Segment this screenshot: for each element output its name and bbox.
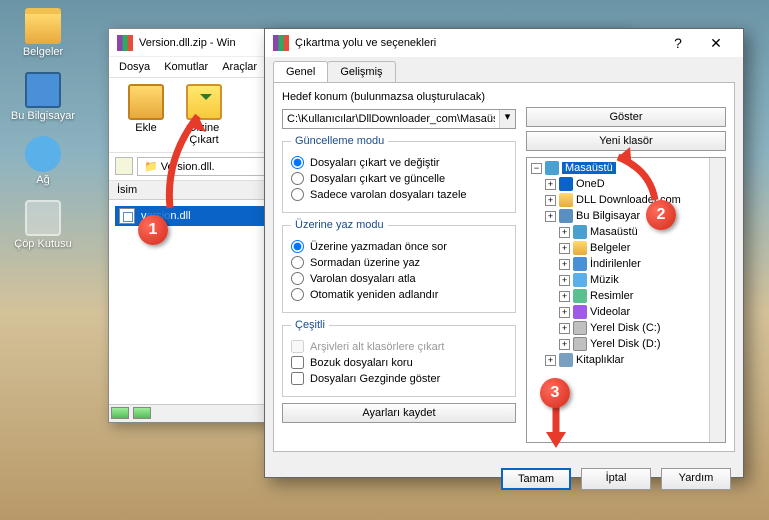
desktop-icons: Belgeler Bu Bilgisayar Ağ Çöp Kutusu — [0, 0, 90, 272]
ok-button[interactable]: Tamam — [501, 468, 571, 490]
music-icon — [573, 273, 587, 287]
up-icon[interactable] — [115, 157, 133, 175]
expand-icon[interactable]: + — [559, 259, 570, 270]
radio-skip-existing[interactable]: Varolan dosyaları atla — [291, 272, 507, 285]
destination-path-combo[interactable]: ▾ — [282, 109, 516, 129]
tree-item[interactable]: +Kitaplıklar — [527, 352, 725, 368]
tab-general[interactable]: Genel — [273, 61, 328, 82]
tree-scrollbar[interactable] — [709, 158, 725, 442]
expand-icon[interactable]: + — [545, 179, 556, 190]
radio-ask-overwrite[interactable]: Üzerine yazmadan önce sor — [291, 240, 507, 253]
misc-group: Çeşitli Arşivleri alt klasörlere çıkart … — [282, 319, 516, 397]
help-titlebar-button[interactable]: ? — [659, 31, 697, 55]
extract-dialog: Çıkartma yolu ve seçenekleri ? ✕ Genel G… — [264, 28, 744, 478]
tab-strip: Genel Gelişmiş — [265, 57, 743, 82]
tree-item[interactable]: +Yerel Disk (C:) — [527, 320, 725, 336]
menu-commands[interactable]: Komutlar — [164, 61, 208, 73]
overwrite-mode-group: Üzerine yaz modu Üzerine yazmadan önce s… — [282, 219, 516, 313]
onedrive-icon — [559, 177, 573, 191]
destination-label: Hedef konum (bulunmazsa oluşturulacak) — [282, 91, 516, 103]
desktop-icon-network[interactable]: Ağ — [8, 136, 78, 186]
expand-icon[interactable]: + — [545, 355, 556, 366]
chevron-down-icon[interactable]: ▾ — [499, 110, 515, 128]
cancel-button[interactable]: İptal — [581, 468, 651, 490]
display-button[interactable]: Göster — [526, 107, 726, 127]
desktop-icon-documents[interactable]: Belgeler — [8, 8, 78, 58]
annotation-marker-2: 2 — [646, 200, 676, 230]
libs-icon — [559, 353, 573, 367]
expand-icon[interactable]: + — [559, 339, 570, 350]
tab-advanced[interactable]: Gelişmiş — [327, 61, 395, 82]
tree-item[interactable]: +Yerel Disk (D:) — [527, 336, 725, 352]
destination-path-input[interactable] — [283, 110, 499, 128]
dll-icon — [119, 208, 135, 224]
pics-icon — [573, 289, 587, 303]
desktop-icon — [545, 161, 559, 175]
menu-file[interactable]: Dosya — [119, 61, 150, 73]
folder-icon — [559, 193, 573, 207]
expand-icon[interactable]: + — [559, 307, 570, 318]
tree-item[interactable]: +OneD — [527, 176, 725, 192]
desktop-icon-trash[interactable]: Çöp Kutusu — [8, 200, 78, 250]
annotation-marker-1: 1 — [138, 215, 168, 245]
tree-item[interactable]: +Bu Bilgisayar — [527, 208, 725, 224]
dialog-title-text: Çıkartma yolu ve seçenekleri — [295, 37, 436, 49]
collapse-icon[interactable]: − — [531, 163, 542, 174]
expand-icon[interactable]: + — [545, 195, 556, 206]
menu-tools[interactable]: Araçlar — [222, 61, 257, 73]
close-button[interactable]: ✕ — [697, 31, 735, 55]
expand-icon[interactable]: + — [559, 227, 570, 238]
disk-icon — [573, 337, 587, 351]
expand-icon[interactable]: + — [559, 291, 570, 302]
tree-item[interactable]: +Müzik — [527, 272, 725, 288]
tree-item[interactable]: +DLL Downloader.com — [527, 192, 725, 208]
radio-overwrite-noask[interactable]: Sormadan üzerine yaz — [291, 256, 507, 269]
tree-item[interactable]: +Resimler — [527, 288, 725, 304]
dialog-titlebar[interactable]: Çıkartma yolu ve seçenekleri ? ✕ — [265, 29, 743, 57]
chk-subfolders[interactable]: Arşivleri alt klasörlere çıkart — [291, 340, 507, 353]
desktop-icon-computer[interactable]: Bu Bilgisayar — [8, 72, 78, 122]
tree-item[interactable]: +Belgeler — [527, 240, 725, 256]
annotation-marker-3: 3 — [540, 378, 570, 408]
expand-icon[interactable]: + — [559, 243, 570, 254]
winrar-icon — [117, 35, 133, 51]
expand-icon[interactable]: + — [559, 275, 570, 286]
save-settings-button[interactable]: Ayarları kaydet — [282, 403, 516, 423]
pc-icon — [559, 209, 573, 223]
disk-icon — [573, 321, 587, 335]
tree-item[interactable]: +Masaüstü — [527, 224, 725, 240]
tree-item[interactable]: +İndirilenler — [527, 256, 725, 272]
new-folder-button[interactable]: Yeni klasör — [526, 131, 726, 151]
toolbar-extract-button[interactable]: Dizine Çıkart — [175, 84, 233, 146]
help-button[interactable]: Yardım — [661, 468, 731, 490]
winrar-title-text: Version.dll.zip - Win — [139, 37, 236, 49]
dialog-icon — [273, 35, 289, 51]
tree-root-desktop[interactable]: − Masaüstü — [527, 160, 725, 176]
radio-extract-update[interactable]: Dosyaları çıkart ve güncelle — [291, 172, 507, 185]
tree-item[interactable]: +Videolar — [527, 304, 725, 320]
radio-extract-replace[interactable]: Dosyaları çıkart ve değiştir — [291, 156, 507, 169]
update-mode-group: Güncelleme modu Dosyaları çıkart ve deği… — [282, 135, 516, 213]
expand-icon[interactable]: + — [559, 323, 570, 334]
toolbar-add-button[interactable]: Ekle — [117, 84, 175, 146]
chk-keep-broken[interactable]: Bozuk dosyaları koru — [291, 356, 507, 369]
vids-icon — [573, 305, 587, 319]
chk-show-explorer[interactable]: Dosyaları Gezginde göster — [291, 372, 507, 385]
desktop-icon — [573, 225, 587, 239]
folder-icon — [573, 241, 587, 255]
radio-auto-rename[interactable]: Otomatik yeniden adlandır — [291, 288, 507, 301]
down-icon — [573, 257, 587, 271]
radio-freshen[interactable]: Sadece varolan dosyaları tazele — [291, 188, 507, 201]
expand-icon[interactable]: + — [545, 211, 556, 222]
